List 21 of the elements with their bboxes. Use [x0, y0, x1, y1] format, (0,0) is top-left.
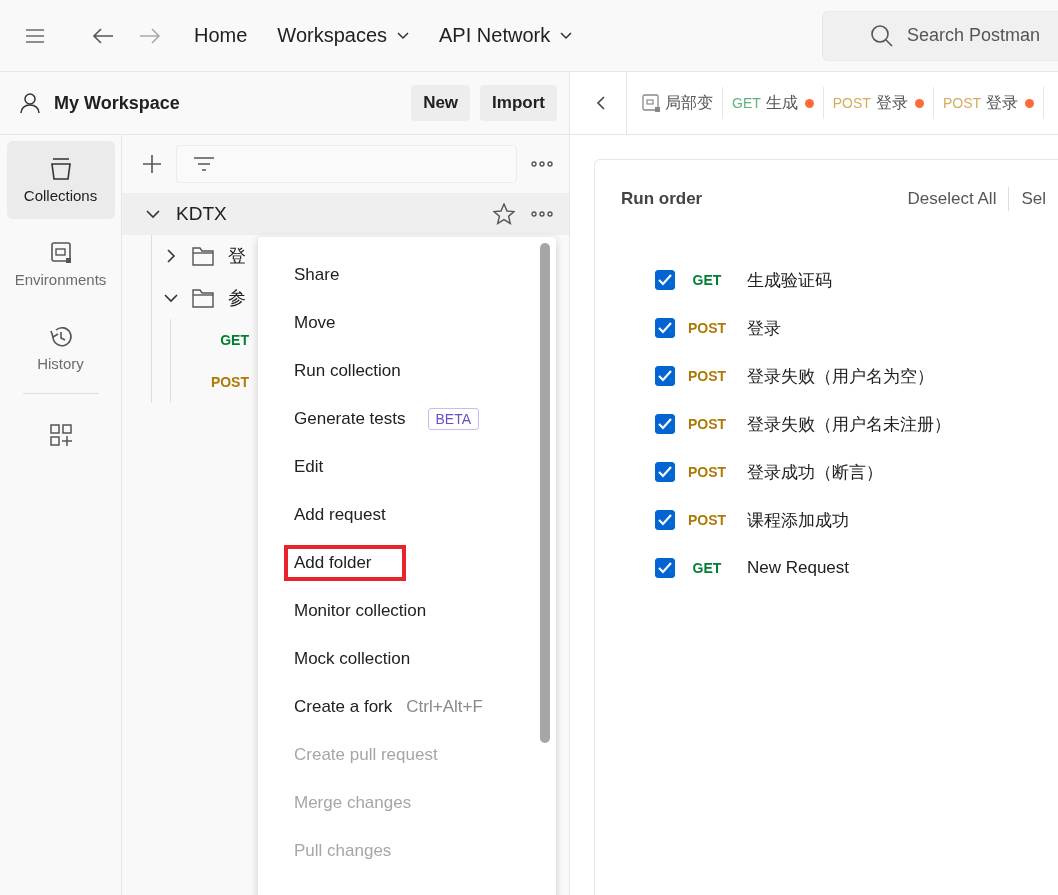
folder-name: 参 — [228, 287, 246, 310]
method-label: POST — [686, 416, 728, 432]
request-name: 生成验证码 — [747, 269, 832, 292]
collection-name: KDTX — [176, 203, 227, 225]
method-label: POST — [686, 368, 728, 384]
method-label: POST — [686, 464, 728, 480]
request-name: 登录成功（断言） — [747, 461, 883, 484]
method-label: POST — [686, 320, 728, 336]
method-label: GET — [691, 560, 723, 576]
shortcut-text: Ctrl+Alt+F — [406, 697, 483, 717]
beta-badge: BETA — [427, 408, 480, 430]
method-label: POST — [686, 512, 728, 528]
request-name: 登录失败（用户名未注册） — [747, 413, 951, 436]
run-order-title: Run order — [621, 189, 703, 209]
request-name: 课程添加成功 — [747, 509, 849, 532]
request-name: New Request — [747, 558, 850, 578]
request-name: 登录失败（用户名为空） — [747, 365, 934, 388]
workspace-title: My Workspace — [54, 92, 180, 114]
folder-name: 登 — [228, 245, 246, 268]
request-name: 登录 — [747, 317, 781, 340]
method-label: GET — [691, 272, 723, 288]
